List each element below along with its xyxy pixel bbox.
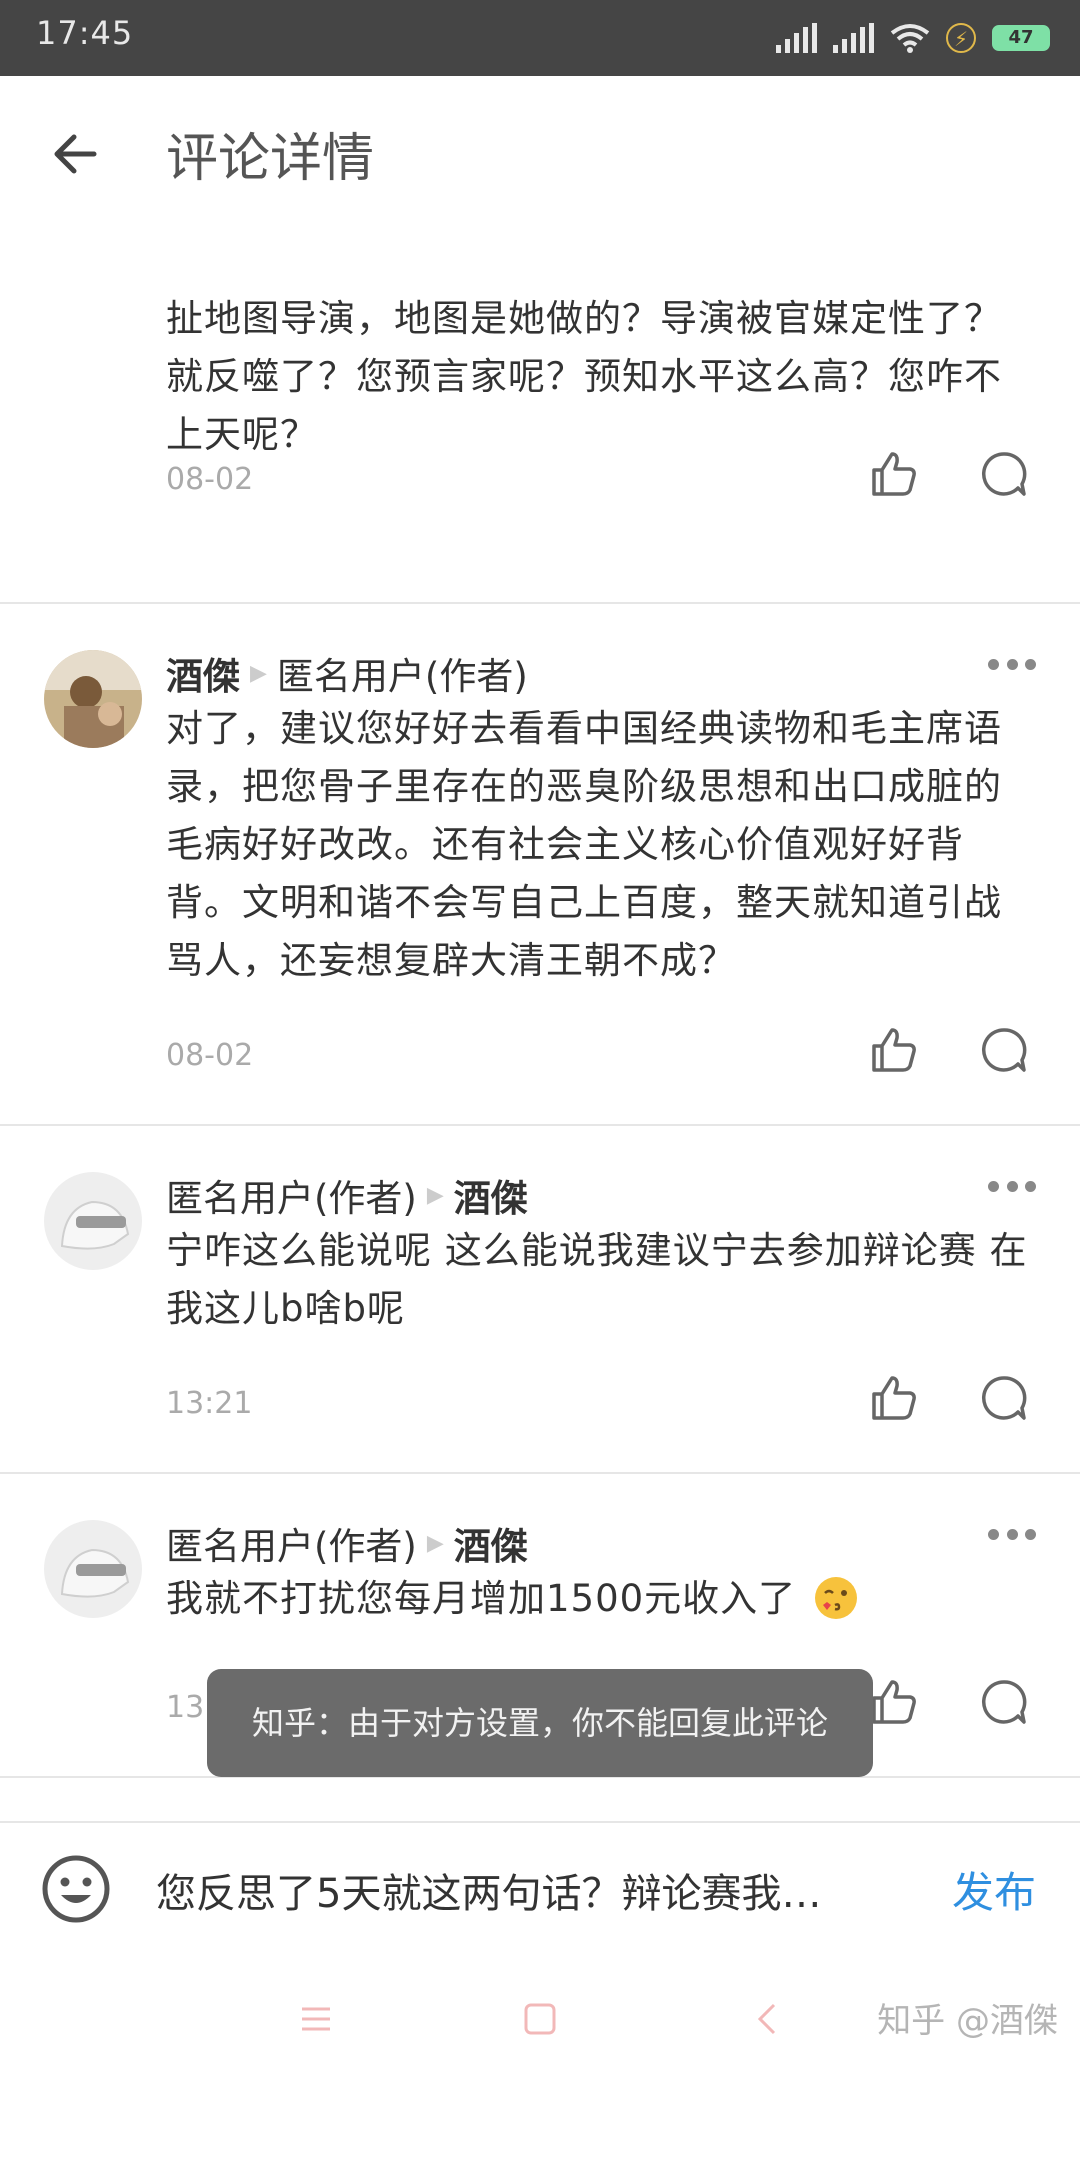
status-time: 17:45 <box>36 14 134 52</box>
emoji-icon[interactable] <box>40 1853 112 1925</box>
comment-header: 匿名用户(作者) ▶ 酒傑 <box>166 1516 528 1570</box>
reply-to-user[interactable]: 酒傑 <box>454 1516 528 1570</box>
comment-header: 酒傑 ▶ 匿名用户(作者) <box>166 646 528 700</box>
like-icon[interactable] <box>868 1024 920 1076</box>
reply-arrow-icon: ▶ <box>426 1530 444 1556</box>
comment-composer: 您反思了5天就这两句话？辩论赛我… 发布 <box>0 1821 1080 1955</box>
comment-text: 我就不打扰您每月增加1500元收入了 <box>166 1577 797 1620</box>
comment-date: 08-02 <box>166 1038 254 1073</box>
comment-item: 酒傑 ▶ 匿名用户(作者) 对了，建议您好好去看看中国经典读物和毛主席语录，把您… <box>0 602 1080 1126</box>
comment-author[interactable]: 匿名用户(作者) <box>166 1168 417 1222</box>
system-nav-bar: 知乎 @酒傑 <box>0 1953 1080 2084</box>
back-icon[interactable] <box>738 1989 798 2049</box>
reply-icon[interactable] <box>978 1676 1030 1728</box>
menu-icon[interactable] <box>286 1989 346 2049</box>
signal-2-icon <box>833 23 874 53</box>
comment-text: 宁咋这么能说呢 这么能说我建议宁去参加辩论赛 在我这儿b啥b呢 <box>166 1229 1028 1330</box>
back-arrow-icon[interactable] <box>40 118 112 190</box>
comment-date: 13:21 <box>166 1386 253 1421</box>
reply-arrow-icon: ▶ <box>250 660 267 686</box>
comment-text: 对了，建议您好好去看看中国经典读物和毛主席语录，把您骨子里存在的恶臭阶级思想和出… <box>166 707 1002 982</box>
wink-kiss-emoji-icon <box>814 1577 857 1619</box>
comment-item: 匿名用户(作者) ▶ 酒傑 宁咋这么能说呢 这么能说我建议宁去参加辩论赛 在我这… <box>0 1124 1080 1474</box>
like-icon[interactable] <box>868 448 920 500</box>
reply-icon[interactable] <box>978 1372 1030 1424</box>
reply-icon[interactable] <box>978 448 1030 500</box>
page-title: 评论详情 <box>166 129 375 189</box>
comment-item: 扯地图导演，地图是她做的？导演被官媒定性了？就反噬了？您预言家呢？预知水平这么高… <box>0 226 1080 604</box>
anonymous-avatar <box>44 1520 142 1618</box>
more-icon[interactable] <box>988 656 1036 672</box>
battery-icon: 47 <box>992 25 1050 51</box>
more-icon[interactable] <box>988 1526 1036 1542</box>
comment-date: 08-02 <box>166 462 254 497</box>
wifi-icon <box>890 24 930 53</box>
toast-message: 知乎：由于对方设置，你不能回复此评论 <box>207 1669 873 1777</box>
comment-input[interactable]: 您反思了5天就这两句话？辩论赛我… <box>156 1861 886 1919</box>
signal-icon <box>776 23 817 53</box>
reply-to-user[interactable]: 酒傑 <box>454 1168 528 1222</box>
comment-header: 匿名用户(作者) ▶ 酒傑 <box>166 1168 528 1222</box>
watermark: 知乎 @酒傑 <box>877 2001 1058 2041</box>
reply-arrow-icon: ▶ <box>426 1182 444 1208</box>
comment-author[interactable]: 匿名用户(作者) <box>166 1516 417 1570</box>
status-bar: 17:45 ⚡ 47 <box>0 0 1080 76</box>
header: 评论详情 <box>0 76 1080 226</box>
reply-to-user[interactable]: 匿名用户(作者) <box>277 646 528 700</box>
status-icons: ⚡ 47 <box>776 18 1050 58</box>
more-icon[interactable] <box>988 1178 1036 1194</box>
charging-icon: ⚡ <box>946 23 976 53</box>
like-icon[interactable] <box>868 1676 920 1728</box>
reply-icon[interactable] <box>978 1024 1030 1076</box>
like-icon[interactable] <box>868 1372 920 1424</box>
comment-text: 扯地图导演，地图是她做的？导演被官媒定性了？就反噬了？您预言家呢？预知水平这么高… <box>166 297 1002 456</box>
comment-author[interactable]: 酒傑 <box>166 646 240 700</box>
home-icon[interactable] <box>510 1989 570 2049</box>
avatar[interactable] <box>44 650 142 748</box>
publish-button[interactable]: 发布 <box>952 1859 1036 1920</box>
anonymous-avatar <box>44 1172 142 1270</box>
comment-text-wrap: 我就不打扰您每月增加1500元收入了 <box>166 1570 1036 1628</box>
